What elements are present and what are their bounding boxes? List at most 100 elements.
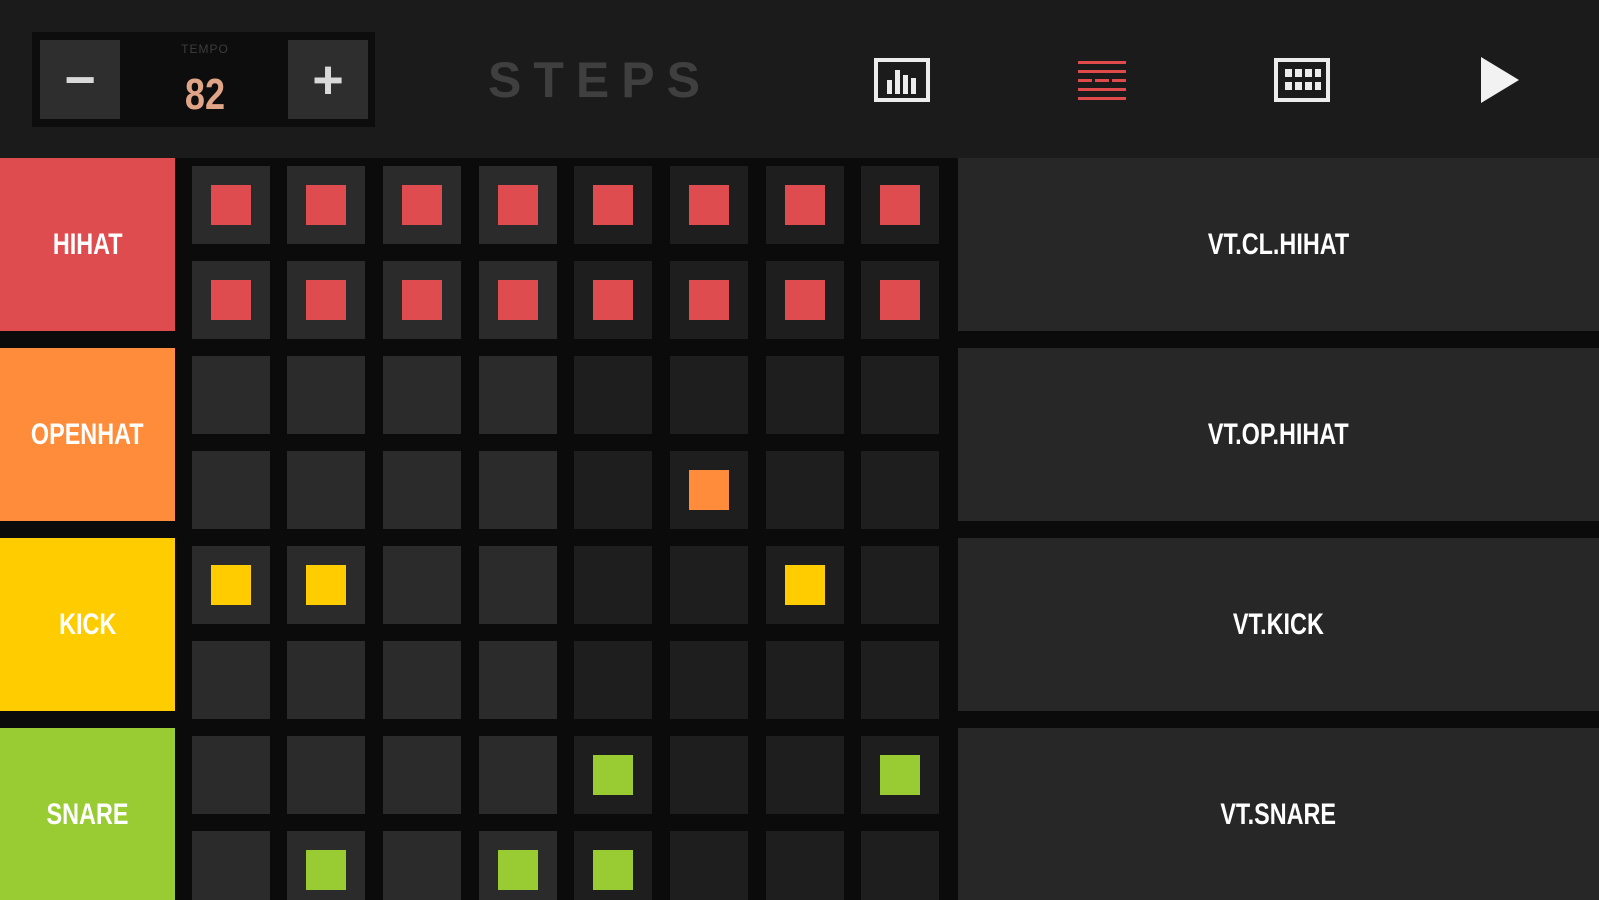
step-button[interactable] <box>287 166 365 244</box>
track-label-openhat[interactable]: OPENHAT <box>0 348 175 521</box>
step-active-indicator <box>880 185 920 225</box>
step-active-indicator <box>689 185 729 225</box>
step-active-indicator <box>689 470 729 510</box>
step-button[interactable] <box>861 736 939 814</box>
step-active-indicator <box>880 280 920 320</box>
sample-panel-hihat[interactable]: VT.CL.HIHAT <box>958 158 1599 331</box>
step-button[interactable] <box>192 641 270 719</box>
step-active-indicator <box>593 755 633 795</box>
step-button[interactable] <box>192 166 270 244</box>
step-button[interactable] <box>861 451 939 529</box>
step-button[interactable] <box>287 831 365 900</box>
track-label-hihat[interactable]: HIHAT <box>0 158 175 331</box>
step-button[interactable] <box>670 736 748 814</box>
sample-panel-snare[interactable]: VT.SNARE <box>958 728 1599 900</box>
track-name: KICK <box>58 607 117 641</box>
step-button[interactable] <box>383 641 461 719</box>
step-button[interactable] <box>383 356 461 434</box>
step-button[interactable] <box>861 546 939 624</box>
track-name: HIHAT <box>52 227 123 261</box>
step-button[interactable] <box>670 356 748 434</box>
step-button[interactable] <box>766 356 844 434</box>
pad-view-button[interactable] <box>1270 48 1334 112</box>
step-button[interactable] <box>670 261 748 339</box>
track-name: OPENHAT <box>31 417 144 451</box>
step-button[interactable] <box>574 356 652 434</box>
step-button[interactable] <box>287 451 365 529</box>
step-button[interactable] <box>383 546 461 624</box>
step-active-indicator <box>306 565 346 605</box>
step-button[interactable] <box>670 641 748 719</box>
step-button[interactable] <box>287 356 365 434</box>
step-button[interactable] <box>861 261 939 339</box>
step-button[interactable] <box>861 166 939 244</box>
sample-panel-kick[interactable]: VT.KICK <box>958 538 1599 711</box>
step-button[interactable] <box>861 356 939 434</box>
step-button[interactable] <box>670 831 748 900</box>
step-button[interactable] <box>861 641 939 719</box>
step-button[interactable] <box>383 736 461 814</box>
step-button[interactable] <box>574 831 652 900</box>
sample-panel-openhat[interactable]: VT.OP.HIHAT <box>958 348 1599 521</box>
step-button[interactable] <box>670 546 748 624</box>
tempo-increase-button[interactable]: + <box>288 40 368 119</box>
step-button[interactable] <box>192 261 270 339</box>
step-button[interactable] <box>766 166 844 244</box>
step-button[interactable] <box>192 451 270 529</box>
step-button[interactable] <box>574 166 652 244</box>
step-active-indicator <box>211 280 251 320</box>
step-active-indicator <box>785 185 825 225</box>
step-active-indicator <box>785 565 825 605</box>
step-active-indicator <box>498 850 538 890</box>
step-button[interactable] <box>479 166 557 244</box>
step-button[interactable] <box>766 451 844 529</box>
step-button[interactable] <box>766 546 844 624</box>
step-button[interactable] <box>192 831 270 900</box>
step-button[interactable] <box>670 166 748 244</box>
step-button[interactable] <box>383 831 461 900</box>
step-button[interactable] <box>479 641 557 719</box>
step-button[interactable] <box>574 641 652 719</box>
step-active-indicator <box>402 185 442 225</box>
step-button[interactable] <box>479 831 557 900</box>
step-active-indicator <box>593 850 633 890</box>
step-button[interactable] <box>479 736 557 814</box>
step-button[interactable] <box>287 736 365 814</box>
tempo-decrease-button[interactable]: − <box>40 40 120 119</box>
play-button[interactable] <box>1467 48 1531 112</box>
step-button[interactable] <box>766 641 844 719</box>
app-title: STEPS <box>488 52 712 108</box>
step-button[interactable] <box>574 546 652 624</box>
sample-name: VT.KICK <box>1232 607 1325 641</box>
track-label-kick[interactable]: KICK <box>0 538 175 711</box>
mixer-view-button[interactable] <box>870 48 934 112</box>
step-button[interactable] <box>383 451 461 529</box>
step-button[interactable] <box>574 736 652 814</box>
step-button[interactable] <box>574 451 652 529</box>
step-active-indicator <box>306 850 346 890</box>
step-active-indicator <box>306 185 346 225</box>
step-button[interactable] <box>192 546 270 624</box>
step-button[interactable] <box>766 831 844 900</box>
step-button[interactable] <box>287 546 365 624</box>
tempo-value: 82 <box>184 70 226 119</box>
step-view-button[interactable] <box>1070 48 1134 112</box>
sample-name: VT.CL.HIHAT <box>1207 227 1350 261</box>
track-label-snare[interactable]: SNARE <box>0 728 175 900</box>
step-button[interactable] <box>861 831 939 900</box>
step-button[interactable] <box>479 356 557 434</box>
step-button[interactable] <box>479 261 557 339</box>
step-button[interactable] <box>766 261 844 339</box>
step-button[interactable] <box>479 451 557 529</box>
step-button[interactable] <box>287 261 365 339</box>
step-button[interactable] <box>479 546 557 624</box>
step-button[interactable] <box>383 166 461 244</box>
step-button[interactable] <box>766 736 844 814</box>
step-button[interactable] <box>287 641 365 719</box>
step-button[interactable] <box>574 261 652 339</box>
step-button[interactable] <box>670 451 748 529</box>
step-button[interactable] <box>192 356 270 434</box>
step-button[interactable] <box>192 736 270 814</box>
sample-name: VT.OP.HIHAT <box>1208 417 1349 451</box>
step-button[interactable] <box>383 261 461 339</box>
